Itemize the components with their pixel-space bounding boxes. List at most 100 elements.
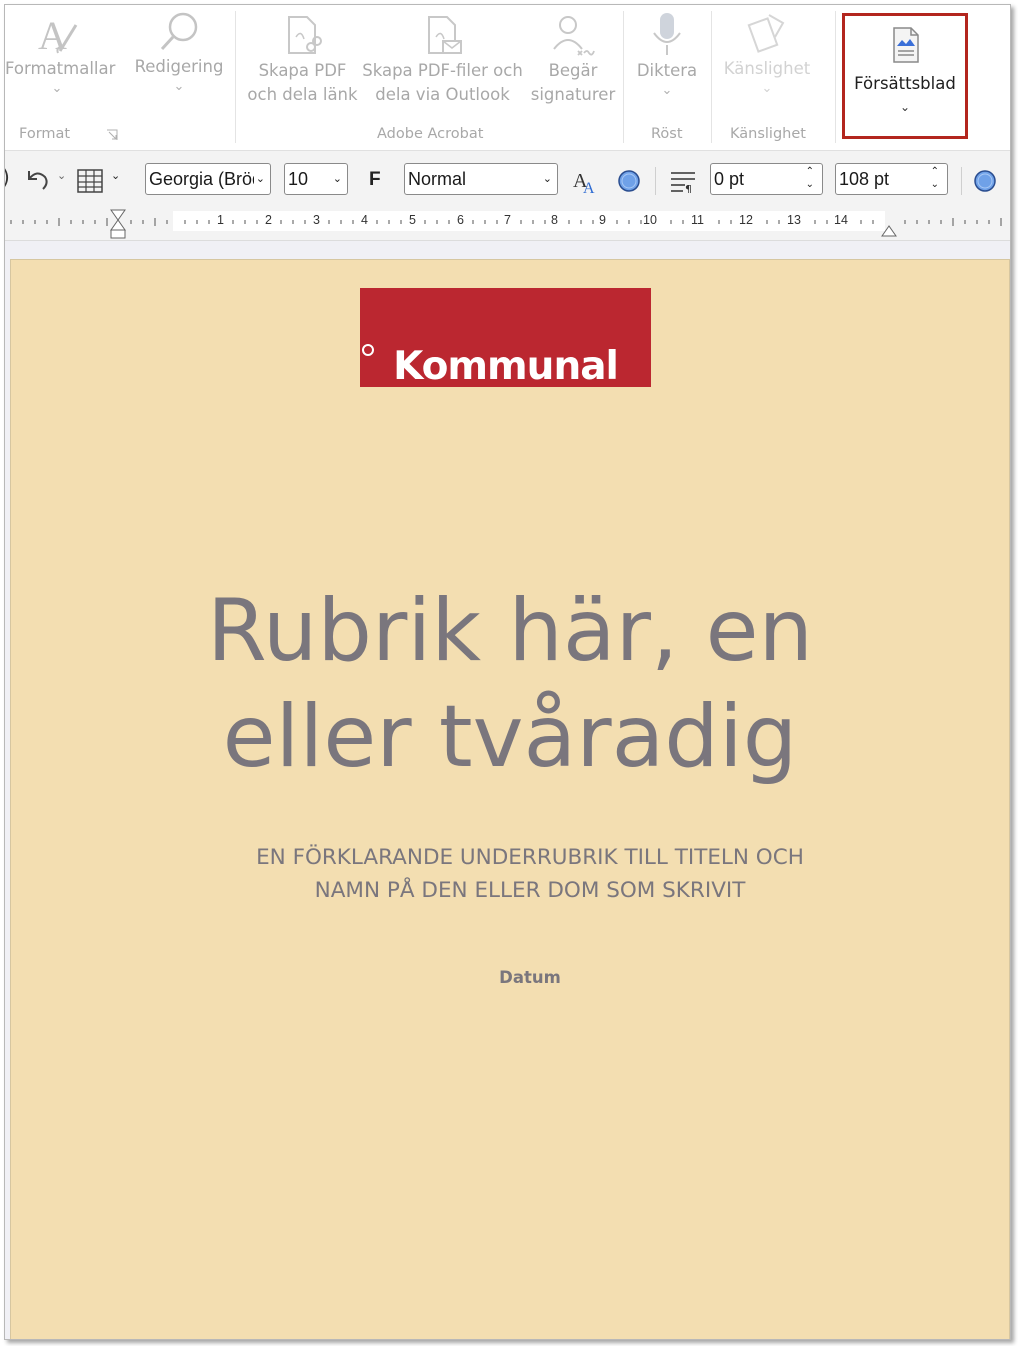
kommunal-logo: Kommunal <box>360 288 651 389</box>
chevron-down-icon: ⌄ <box>253 164 265 194</box>
kanslighet-button[interactable]: Känslighet ⌄ <box>717 11 817 95</box>
table-icon[interactable] <box>77 169 103 193</box>
style-select[interactable]: Normal ⌄ <box>404 163 558 195</box>
title-line-1: Rubrik här, en <box>206 581 814 681</box>
cover-page[interactable]: Kommunal Rubrik här, en eller tvåradig E… <box>10 259 1010 1339</box>
ruler-number: 10 <box>643 213 657 227</box>
rost-group-label: Röst <box>651 126 683 142</box>
ruler-number: 3 <box>313 213 320 227</box>
logo-ring-icon <box>362 344 374 356</box>
spinner-arrows-icon[interactable]: ⌃ ⌄ <box>931 165 939 191</box>
color-circle-icon[interactable] <box>617 169 641 193</box>
ruler-number: 8 <box>551 213 558 227</box>
table-dropdown-icon[interactable]: ⌄ <box>111 169 120 182</box>
adobe-acrobat-group-label: Adobe Acrobat <box>377 126 484 142</box>
forsattsblad-label: Försättsblad <box>854 74 956 93</box>
title-line-2: eller tvåradig <box>222 687 798 787</box>
microphone-icon <box>653 13 681 55</box>
svg-text:A: A <box>583 180 595 195</box>
redigering-label: Redigering <box>134 57 224 76</box>
ruler-number: 9 <box>599 213 606 227</box>
ruler-number: 12 <box>739 213 753 227</box>
format-toolbar: ) ⌄ ⌄ Georgia (Bröd ⌄ 10 ⌄ F Normal ⌄ A … <box>5 150 1010 209</box>
subtitle-line-2: NAMN PÅ DEN ELLER DOM SOM SKRIVIT <box>314 878 746 903</box>
ruler-number: 14 <box>834 213 848 227</box>
ruler-number: 5 <box>409 213 416 227</box>
diktera-button[interactable]: Diktera ⌄ <box>627 11 707 97</box>
svg-text:A: A <box>38 13 67 57</box>
date-field[interactable]: Datum <box>11 968 1009 987</box>
page-subtitle[interactable]: EN FÖRKLARANDE UNDERRUBRIK TILL TITELN O… <box>11 841 1009 907</box>
skapa-pdf-label-2: och dela länk <box>247 85 358 104</box>
ruler-number: 1 <box>217 213 224 227</box>
logo-text: Kommunal <box>393 344 619 389</box>
styles-icon: A <box>38 13 78 57</box>
begar-label-1: Begär <box>548 61 598 80</box>
redigering-button[interactable]: Redigering ⌄ <box>129 9 229 93</box>
chevron-down-icon: ⌄ <box>332 173 342 185</box>
ribbon: A Formatmallar ⌄ Redigering ⌄ Format Ska… <box>5 5 1010 150</box>
spinner-arrows-icon[interactable]: ⌃ ⌄ <box>806 165 814 191</box>
toolbar-divider <box>655 167 656 195</box>
formatmallar-button[interactable]: A Formatmallar ⌄ <box>5 11 115 96</box>
font-family-value: Georgia (Bröd <box>149 169 263 189</box>
forsattsblad-button[interactable]: Försättsblad ⌄ <box>842 13 968 139</box>
diktera-label: Diktera <box>636 61 698 80</box>
dialog-launcher-icon[interactable] <box>106 129 118 141</box>
pdf-mail-icon <box>427 16 462 54</box>
group-divider <box>835 11 836 143</box>
chevron-down-icon: ⌄ <box>51 81 63 96</box>
undo-icon[interactable] <box>23 167 51 193</box>
spacing-before-field[interactable]: 0 pt ⌃ ⌄ <box>710 163 823 195</box>
chevron-down-icon: ⌄ <box>761 81 773 96</box>
group-divider <box>623 11 624 143</box>
skapa-pdf-button[interactable]: Skapa PDF och dela länk <box>245 13 360 107</box>
chevron-down-icon: ⌄ <box>173 79 185 94</box>
spacing-after-value: 108 pt <box>839 169 890 189</box>
ruler-number: 4 <box>361 213 368 227</box>
format-group-label: Format <box>19 126 71 142</box>
toolbar-divider <box>961 167 962 195</box>
font-size-select[interactable]: 10 ⌄ <box>284 163 348 195</box>
partial-icon: ) <box>5 165 10 189</box>
chevron-down-icon: ⌄ <box>661 83 673 98</box>
chevron-down-icon: ⌄ <box>542 173 552 185</box>
kanslighet-group-label: Känslighet <box>730 126 806 142</box>
ruler-number: 2 <box>265 213 272 227</box>
text-effects-icon[interactable]: A A <box>571 167 599 195</box>
begar-signaturer-button[interactable]: Begär signaturer <box>525 13 621 107</box>
font-size-value: 10 <box>288 169 309 189</box>
page-title[interactable]: Rubrik här, en eller tvåradig <box>11 578 1009 790</box>
ruler-number: 13 <box>787 213 801 227</box>
subtitle-line-1: EN FÖRKLARANDE UNDERRUBRIK TILL TITELN O… <box>256 845 804 870</box>
color-circle-icon[interactable] <box>973 169 997 193</box>
group-divider <box>235 11 236 143</box>
spacing-after-field[interactable]: 108 pt ⌃ ⌄ <box>835 163 948 195</box>
group-divider <box>711 11 712 143</box>
skapa-outlook-label-2: dela via Outlook <box>375 85 510 104</box>
document-canvas: Kommunal Rubrik här, en eller tvåradig E… <box>5 241 1010 1339</box>
skapa-pdf-outlook-button[interactable]: Skapa PDF-filer och dela via Outlook <box>360 13 525 107</box>
style-value: Normal <box>408 169 467 189</box>
paragraph-spacing-icon[interactable]: ¶ <box>669 171 697 193</box>
svg-text:¶: ¶ <box>685 183 692 193</box>
cover-page-icon <box>893 27 919 63</box>
formatmallar-label: Formatmallar <box>5 59 116 78</box>
ruler-number: 7 <box>504 213 511 227</box>
ruler[interactable]: 1 2 3 4 5 6 7 8 9 10 11 12 13 14 <box>5 208 1010 241</box>
bold-button[interactable]: F <box>369 169 381 191</box>
ruler-number: 6 <box>457 213 464 227</box>
skapa-outlook-label-1: Skapa PDF-filer och <box>362 61 523 80</box>
pdf-link-icon <box>287 16 322 54</box>
spacing-before-value: 0 pt <box>714 169 745 189</box>
font-family-select[interactable]: Georgia (Bröd ⌄ <box>145 163 271 195</box>
kanslighet-label: Känslighet <box>723 59 811 78</box>
search-icon <box>160 12 198 51</box>
undo-dropdown-icon[interactable]: ⌄ <box>57 169 66 182</box>
chevron-down-icon: ⌄ <box>899 100 911 114</box>
signature-icon <box>553 16 595 56</box>
skapa-pdf-label-1: Skapa PDF <box>258 61 347 80</box>
begar-label-2: signaturer <box>530 85 616 104</box>
ruler-number: 11 <box>691 213 704 227</box>
sensitivity-icon <box>747 14 785 53</box>
